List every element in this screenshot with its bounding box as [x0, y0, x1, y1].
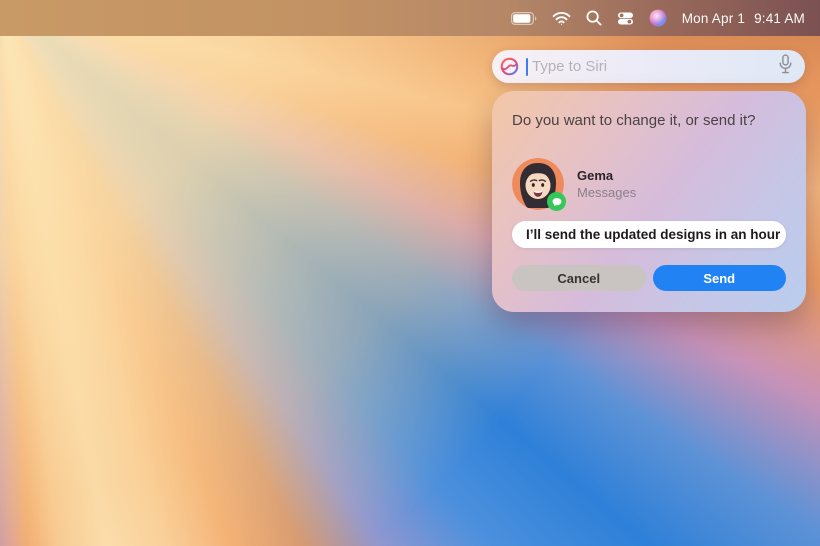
- menu-bar-date: Mon Apr 1: [682, 11, 745, 26]
- draft-message-field[interactable]: I’ll send the updated designs in an hour: [512, 221, 786, 248]
- wifi-icon[interactable]: [552, 11, 571, 26]
- assistant-prompt: Do you want to change it, or send it?: [512, 112, 786, 130]
- siri-menu-icon[interactable]: [649, 9, 667, 27]
- microphone-icon[interactable]: [778, 54, 793, 79]
- action-buttons: Cancel Send: [512, 265, 786, 291]
- send-button[interactable]: Send: [653, 265, 787, 291]
- contact-app: Messages: [577, 185, 636, 200]
- siri-text-input[interactable]: [530, 57, 778, 76]
- avatar: [512, 158, 564, 210]
- menu-bar: Mon Apr 1 9:41 AM: [0, 0, 820, 36]
- cancel-button[interactable]: Cancel: [512, 265, 646, 291]
- search-icon[interactable]: [586, 10, 602, 26]
- contact-info: Gema Messages: [577, 168, 636, 200]
- menu-bar-time: 9:41 AM: [754, 11, 805, 26]
- siri-assistant-card: Do you want to change it, or send it?: [492, 91, 806, 312]
- menu-bar-clock[interactable]: Mon Apr 1 9:41 AM: [682, 11, 805, 26]
- battery-icon[interactable]: [511, 12, 537, 25]
- desktop-wallpaper: Mon Apr 1 9:41 AM: [0, 0, 820, 546]
- messages-app-badge: [547, 192, 566, 211]
- siri-input-bar[interactable]: [492, 50, 805, 83]
- siri-orb-icon: [500, 57, 519, 76]
- text-caret: [526, 58, 528, 76]
- contact-row: Gema Messages: [512, 158, 786, 210]
- contact-name: Gema: [577, 168, 636, 183]
- control-center-icon[interactable]: [617, 12, 634, 25]
